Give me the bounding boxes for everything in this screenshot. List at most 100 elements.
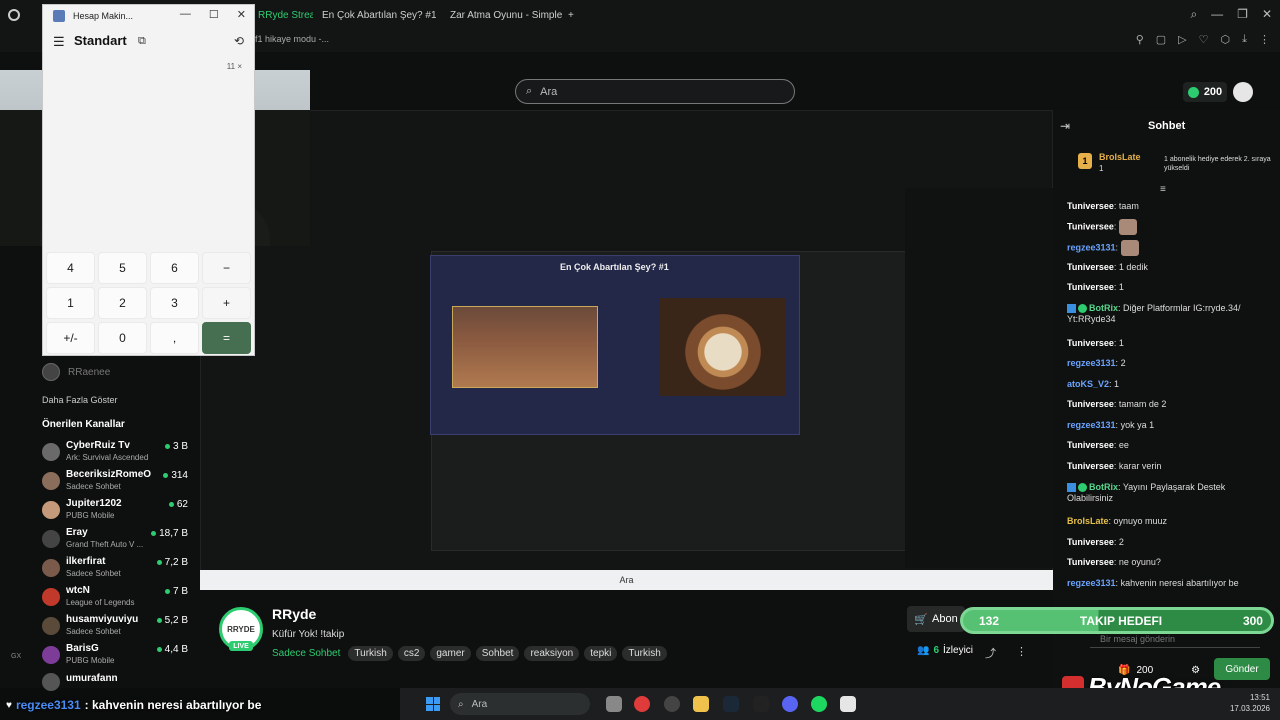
chat-username[interactable]: Tuniversee <box>1067 221 1114 231</box>
tag[interactable]: Turkish <box>622 646 667 661</box>
chat-username[interactable]: BotRix <box>1089 303 1118 313</box>
chat-username[interactable]: Tuniversee <box>1067 262 1114 272</box>
key-minus[interactable]: − <box>202 252 251 284</box>
chat-username[interactable]: Tuniversee <box>1067 440 1114 450</box>
download-icon[interactable]: ⤓ <box>1242 33 1247 46</box>
sidebar-channel-jupiter[interactable]: Jupiter1202 PUBG Mobile 62 <box>42 498 192 526</box>
steam-icon[interactable] <box>723 696 739 712</box>
collapse-chat-icon[interactable]: ⇥ <box>1060 119 1070 133</box>
sidebar-channel-barisg[interactable]: BarisG PUBG Mobile 4,4 B <box>42 643 192 671</box>
pin-icon[interactable]: ⚲ <box>1136 33 1144 46</box>
key-5[interactable]: 5 <box>98 252 147 284</box>
tab-abartilan[interactable]: En Çok Abartılan Şey? #1 <box>316 5 436 25</box>
key-3[interactable]: 3 <box>150 287 199 319</box>
subscribe-button[interactable]: 🛒 Abon <box>907 606 965 632</box>
channel-name: umurafann <box>66 673 118 684</box>
player-icon[interactable]: ▷ <box>1178 33 1186 46</box>
sidebar-channel-wtcn[interactable]: wtcN League of Legends 7 B <box>42 585 192 613</box>
viewer-count: 👥 6 İzleyici <box>917 645 974 656</box>
chat-username[interactable]: regzee3131 <box>1067 420 1116 430</box>
chat-username[interactable]: Tuniversee <box>1067 461 1114 471</box>
tag[interactable]: Turkish <box>348 646 393 661</box>
live-dot-icon <box>156 647 162 652</box>
history-icon[interactable]: ⟲ <box>234 34 244 48</box>
calculator-taskbar-icon[interactable] <box>840 696 856 712</box>
goal-label: TAKIP HEDEFI <box>1079 613 1163 628</box>
stream-category[interactable]: Sadece Sohbet <box>272 648 340 659</box>
menu-icon[interactable]: ⋮ <box>1259 33 1270 46</box>
snapshot-icon[interactable]: ▢ <box>1156 33 1166 46</box>
taskbar-search[interactable]: ⌕ Ara <box>450 693 590 715</box>
minimize-icon[interactable]: — <box>180 8 191 21</box>
chat-username[interactable]: Tuniversee <box>1067 537 1114 547</box>
opera-icon[interactable] <box>634 696 650 712</box>
chat-username[interactable]: atoKS_V2 <box>1067 379 1109 389</box>
sidebar-channel-eray[interactable]: Eray Grand Theft Auto V ... 18,7 B <box>42 527 192 555</box>
key-comma[interactable]: , <box>150 322 199 354</box>
sidebar-channel-ilkerfirat[interactable]: ilkerfirat Sadece Sohbet 7,2 B <box>42 556 192 584</box>
sidebar-channel-umurafann[interactable]: umurafann <box>42 673 192 691</box>
channel-category: Sadece Sohbet <box>66 627 121 636</box>
chat-username[interactable]: regzee3131 <box>1067 242 1116 252</box>
tab-rryde-stream[interactable]: RRyde Stream - Watch Li <box>258 5 313 25</box>
spotify-icon[interactable] <box>811 696 827 712</box>
tag[interactable]: cs2 <box>397 646 426 661</box>
key-2[interactable]: 2 <box>98 287 147 319</box>
extensions-icon[interactable]: ⬡ <box>1221 33 1231 46</box>
heart-icon[interactable]: ♡ <box>1199 33 1209 46</box>
chat-input[interactable]: Bir mesaj gönderin <box>1090 630 1260 648</box>
sidebar-channel-cyberruiz[interactable]: CyberRuiz Tv Ark: Survival Ascended 3 B <box>42 440 192 468</box>
chat-username[interactable]: Tuniversee <box>1067 557 1114 567</box>
obs-icon[interactable] <box>664 696 680 712</box>
tag[interactable]: Sohbet <box>475 646 520 661</box>
key-plus[interactable]: + <box>202 287 251 319</box>
task-view-icon[interactable] <box>606 696 622 712</box>
file-explorer-icon[interactable] <box>693 696 709 712</box>
discord-icon[interactable] <box>782 696 798 712</box>
streamer-name[interactable]: RRyde <box>272 606 316 622</box>
more-icon[interactable]: ⋮ <box>1016 645 1027 658</box>
tag[interactable]: tepki <box>584 646 618 661</box>
key-6[interactable]: 6 <box>150 252 199 284</box>
keep-on-top-icon[interactable]: ⧉ <box>138 35 146 48</box>
close-icon[interactable]: ✕ <box>237 8 246 21</box>
chat-username[interactable]: BotRix <box>1089 482 1118 492</box>
chat-username[interactable]: Tuniversee <box>1067 399 1114 409</box>
coin-balance[interactable]: 200 <box>1183 82 1227 102</box>
chat-username[interactable]: regzee3131 <box>1067 578 1116 588</box>
key-1[interactable]: 1 <box>46 287 95 319</box>
opera-logo-icon[interactable] <box>8 5 20 25</box>
chat-username[interactable]: Tuniversee <box>1067 282 1114 292</box>
channel-category: League of Legends <box>66 598 135 607</box>
maximize-icon[interactable]: ☐ <box>209 8 219 21</box>
search-icon[interactable]: ⌕ <box>1190 7 1197 22</box>
close-icon[interactable]: ✕ <box>1262 7 1272 22</box>
chat-expand-icon[interactable]: ≡ <box>1160 184 1166 195</box>
chat-username[interactable]: Tuniversee <box>1067 201 1114 211</box>
send-button[interactable]: Gönder <box>1214 658 1270 680</box>
key-4[interactable]: 4 <box>46 252 95 284</box>
followed-channel-rraenee[interactable]: RRaenee <box>42 363 110 381</box>
new-tab-button[interactable]: + <box>568 5 574 25</box>
key-equals[interactable]: = <box>202 322 251 354</box>
search-input[interactable]: ⌕ Ara <box>515 79 795 104</box>
tag[interactable]: gamer <box>430 646 471 661</box>
sidebar-channel-beceriksiz[interactable]: BeceriksizRomeO Sadece Sohbet 314 <box>42 469 192 497</box>
hamburger-icon[interactable]: ☰ <box>53 34 65 50</box>
tab-zar-atma[interactable]: Zar Atma Oyunu - Simple <box>444 5 562 25</box>
share-icon[interactable]: ⤴ <box>985 645 996 661</box>
restore-icon[interactable]: ❐ <box>1237 7 1248 22</box>
windows-start-icon[interactable] <box>426 697 440 711</box>
chat-username[interactable]: BroIsLate <box>1067 516 1109 526</box>
key-negate[interactable]: +/- <box>46 322 95 354</box>
chat-username[interactable]: Tuniversee <box>1067 338 1114 348</box>
tag[interactable]: reaksiyon <box>524 646 580 661</box>
minimize-icon[interactable]: — <box>1211 7 1223 22</box>
pinned-user[interactable]: BroIsLate <box>1099 152 1141 162</box>
sidebar-channel-husam[interactable]: husamviyuviyu Sadece Sohbet 5,2 B <box>42 614 192 642</box>
app-icon[interactable] <box>753 696 769 712</box>
show-more-link[interactable]: Daha Fazla Göster <box>42 395 118 405</box>
chat-username[interactable]: regzee3131 <box>1067 358 1116 368</box>
user-avatar[interactable] <box>1233 82 1253 102</box>
key-0[interactable]: 0 <box>98 322 147 354</box>
